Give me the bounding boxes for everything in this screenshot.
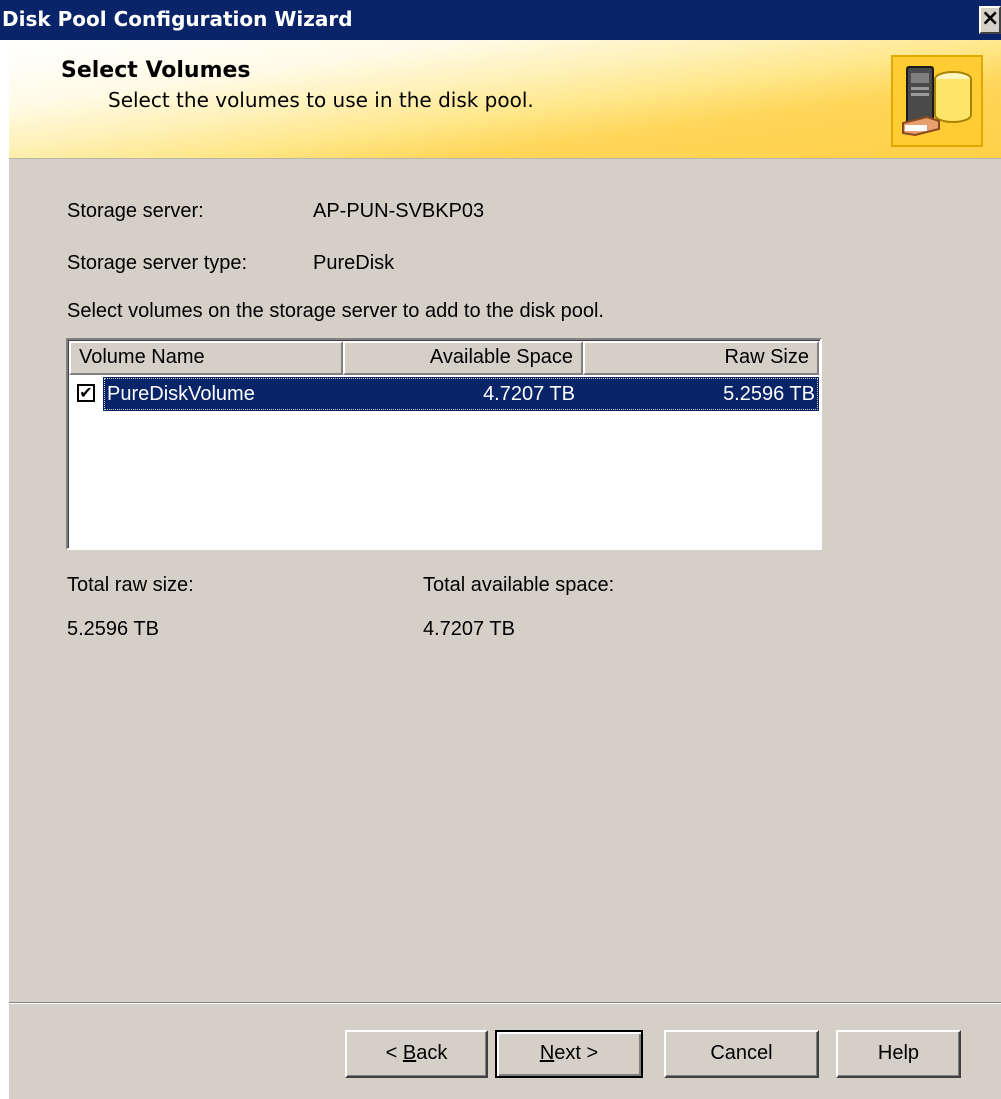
total-available-space-value: 4.7207 TB bbox=[423, 618, 515, 640]
back-button-label: ack bbox=[416, 1042, 448, 1064]
disk-pool-wizard-icon bbox=[891, 55, 983, 147]
next-button-label: ext > bbox=[554, 1042, 599, 1064]
close-icon: × bbox=[981, 6, 1000, 31]
total-raw-size-value: 5.2596 TB bbox=[67, 618, 159, 640]
column-header-raw-size[interactable]: Raw Size bbox=[583, 341, 819, 375]
column-header-available-space[interactable]: Available Space bbox=[343, 341, 583, 375]
storage-server-value: AP-PUN-SVBKP03 bbox=[313, 200, 485, 222]
page-title: Select Volumes bbox=[61, 58, 251, 83]
column-header-volume-name[interactable]: Volume Name bbox=[69, 341, 343, 375]
checkmark-icon: ✔ bbox=[79, 383, 93, 402]
window-title: Disk Pool Configuration Wizard bbox=[2, 7, 353, 31]
close-button[interactable]: × bbox=[979, 6, 1001, 34]
back-button-prefix: < bbox=[385, 1042, 403, 1064]
storage-server-type-label: Storage server type: bbox=[67, 252, 248, 274]
volumes-list-header: Volume Name Available Space Raw Size bbox=[69, 341, 819, 375]
left-edge-strip bbox=[0, 40, 9, 1099]
wizard-header: Select Volumes Select the volumes to use… bbox=[9, 40, 1001, 159]
disk-pool-wizard-icon-graphic bbox=[893, 57, 981, 145]
next-button[interactable]: Next > bbox=[495, 1030, 643, 1078]
back-button[interactable]: < Back bbox=[345, 1030, 488, 1078]
storage-server-type-value: PureDisk bbox=[313, 252, 395, 274]
footer-divider bbox=[9, 1002, 1001, 1004]
next-button-accelerator: N bbox=[539, 1042, 555, 1064]
volume-checkbox[interactable]: ✔ bbox=[77, 384, 95, 402]
raw-size-cell: 5.2596 TB bbox=[723, 383, 815, 405]
title-bar[interactable]: Disk Pool Configuration Wizard × bbox=[0, 0, 1001, 40]
cancel-button[interactable]: Cancel bbox=[664, 1030, 819, 1078]
available-space-cell: 4.7207 TB bbox=[483, 383, 575, 405]
help-button[interactable]: Help bbox=[836, 1030, 961, 1078]
volume-name-cell: PureDiskVolume bbox=[107, 383, 255, 405]
volumes-list[interactable]: Volume Name Available Space Raw Size ✔ P… bbox=[66, 338, 822, 550]
total-available-space-label: Total available space: bbox=[423, 574, 615, 596]
page-subtitle: Select the volumes to use in the disk po… bbox=[108, 88, 534, 112]
total-raw-size-label: Total raw size: bbox=[67, 574, 194, 596]
instruction-text: Select volumes on the storage server to … bbox=[67, 300, 604, 322]
table-row[interactable]: ✔ PureDiskVolume 4.7207 TB 5.2596 TB bbox=[69, 377, 819, 411]
storage-server-label: Storage server: bbox=[67, 200, 204, 222]
back-button-accelerator: B bbox=[402, 1042, 417, 1064]
wizard-window: Disk Pool Configuration Wizard × Select … bbox=[0, 0, 1001, 1099]
